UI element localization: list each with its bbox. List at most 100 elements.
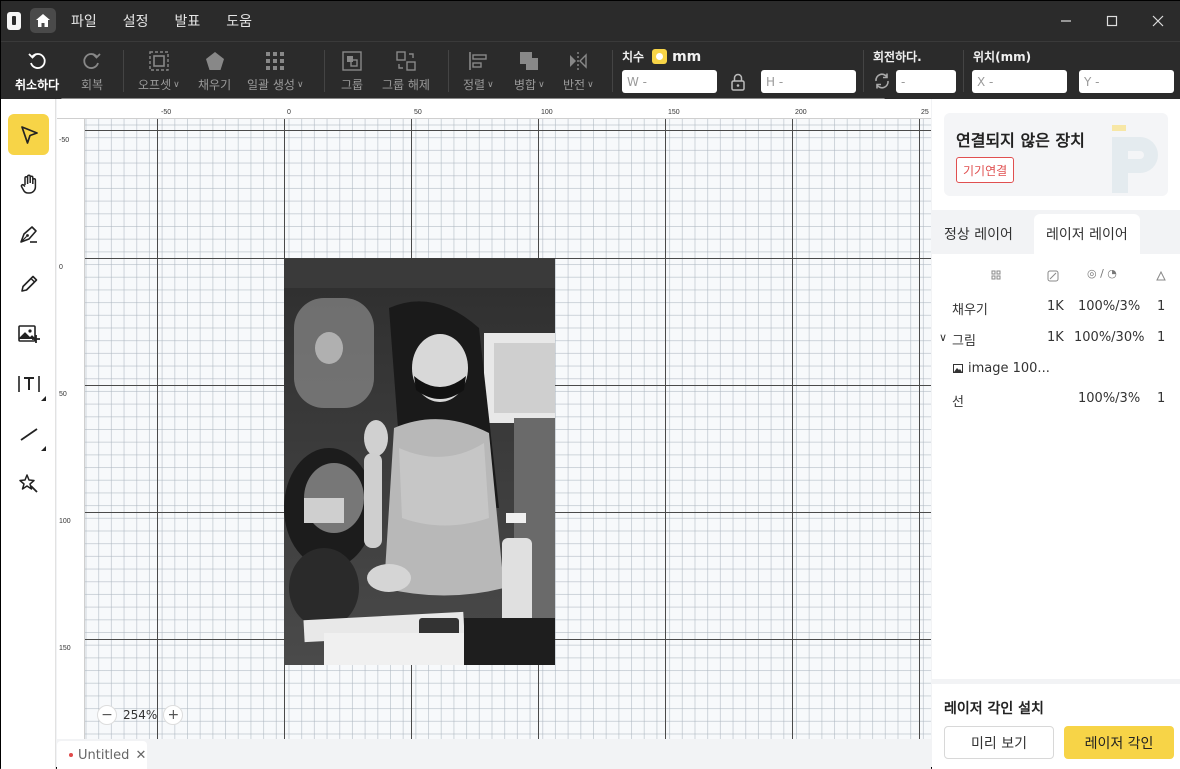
layer-passes: 1 [1157,391,1166,406]
minimize-button[interactable] [1043,1,1089,41]
passes-icon [1156,270,1166,281]
image-icon [953,364,963,373]
layer-row[interactable]: 선 100%/3% 1 [932,384,1180,414]
layer-resolution: 1K [1047,330,1064,345]
canvas-image[interactable] [284,258,555,665]
document-tab-label: Untitled [78,747,130,763]
text-tool[interactable] [8,363,49,404]
submenu-corner-icon [41,396,46,401]
preview-button[interactable]: 미리 보기 [944,726,1054,759]
layer-row[interactable]: ∨ 그림 1K 100%/30% 1 [932,323,1180,353]
toolbar-divider [963,50,964,92]
ruler-label: 200 [795,109,807,116]
canvas-area[interactable]: -50 0 50 100 150 200 25 -50 0 50 100 150 [57,99,931,739]
device-card: 연결되지 않은 장치 기기연결 [944,113,1168,196]
home-icon [36,14,50,27]
batch-generate-button[interactable]: 일괄 생성 ∨ [247,48,304,93]
undo-button[interactable]: 취소하다 [15,48,59,93]
zoom-in-button[interactable]: + [163,705,184,725]
laser-settings-section: 레이저 각인 설치 미리 보기 레이저 각인 [932,679,1180,769]
layer-row[interactable]: 채우기 1K 100%/3% 1 [932,292,1180,322]
brand-watermark-icon [1112,125,1158,193]
close-tab-icon[interactable]: ✕ [135,748,146,763]
image-plus-icon [17,324,40,343]
y-input[interactable]: Y - [1079,70,1174,93]
laser-engrave-button[interactable]: 레이저 각인 [1064,726,1174,759]
pencil-icon [20,275,37,292]
unit-toggle-icon[interactable] [652,49,668,64]
resolution-icon [1047,270,1059,282]
document-tab[interactable]: Untitled ✕ [57,741,147,769]
maximize-button[interactable] [1089,1,1135,41]
close-button[interactable] [1135,1,1180,41]
menu-settings[interactable]: 설정 [123,11,149,31]
select-tool[interactable] [8,114,49,155]
plus-icon: + [167,707,180,723]
offset-button[interactable]: 오프셋 ∨ [138,48,180,93]
laser-settings-title: 레이저 각인 설치 [944,701,1044,717]
group-label: 그룹 [341,78,364,92]
line-tool[interactable] [8,413,49,454]
menu-help[interactable]: 도움 [226,11,252,31]
chevron-down-icon: ∨ [587,79,594,90]
layer-power-speed: 100%/30% [1074,330,1145,345]
chevron-down-icon: ∨ [296,79,304,90]
flip-button[interactable]: 반전 ∨ [563,48,594,93]
hand-icon [20,174,36,194]
tab-normal-layer[interactable]: 정상 레이어 [932,214,1025,254]
ruler-label: 100 [59,518,71,525]
pen-tool[interactable] [8,213,49,254]
layer-name: 채우기 [952,303,988,318]
group-button[interactable]: 그룹 [341,48,363,93]
layer-power-speed: 100%/3% [1078,299,1141,314]
pen-nib-icon [19,225,37,243]
tool-sidebar [1,99,56,769]
chevron-down-icon[interactable]: ∨ [939,331,947,344]
ruler-label: 150 [668,109,680,116]
magic-tool[interactable] [8,463,49,504]
fill-label: 채우기 [198,78,232,92]
ungroup-button[interactable]: 그룹 해제 [382,48,430,93]
merge-button[interactable]: 병합 ∨ [514,48,545,93]
lock-ratio-button[interactable] [730,73,746,95]
menu-presentation[interactable]: 발표 [175,11,201,31]
layer-name: 그림 [952,334,976,349]
zoom-control: − 254% + [97,704,184,726]
major-gridline [919,119,920,739]
fill-button[interactable]: 채우기 [198,48,231,93]
unit-label: mm [672,48,702,65]
x-input[interactable]: X - [972,70,1067,93]
close-icon [1152,15,1164,27]
pencil-tool[interactable] [8,263,49,304]
major-gridline [85,130,931,131]
rotate-label: 회전하다. [873,50,922,64]
ruler-label: 150 [59,645,71,652]
layer-name: image 100... [968,361,1050,376]
align-button[interactable]: 정렬 ∨ [463,48,494,93]
width-input[interactable]: W - [622,70,717,93]
menu-file[interactable]: 파일 [71,11,97,31]
position-label: 위치(mm) [973,50,1032,64]
toolbar-divider [324,50,325,92]
toolbar: 취소하다 회복 오프셋 ∨ 채우기 일괄 생성 ∨ 그룹 그룹 해제 정렬 ∨ … [1,41,1180,101]
flip-icon [570,52,588,70]
app-logo [7,12,21,30]
pentagon-icon [205,52,224,70]
connect-device-button[interactable]: 기기연결 [956,157,1015,183]
rotate-input[interactable]: - [896,70,956,93]
device-status: 연결되지 않은 장치 [956,131,1085,150]
layer-tabs: 정상 레이어 레이저 레이어 [932,210,1180,254]
layer-name: 선 [952,395,964,410]
ruler-horizontal: -50 0 50 100 150 200 25 [57,99,931,119]
redo-button[interactable]: 회복 [81,48,103,93]
rotate-icon [873,72,891,94]
hand-tool[interactable] [8,163,49,204]
ruler-label: 25 [921,109,929,116]
layer-row[interactable]: image 100... [932,354,1180,384]
add-image-tool[interactable] [8,313,49,354]
tab-laser-layer[interactable]: 레이저 레이어 [1034,214,1140,254]
home-button[interactable] [30,8,56,33]
zoom-out-button[interactable]: − [97,705,117,725]
height-input[interactable]: H - [761,70,856,93]
merge-label: 병합 [514,78,537,92]
